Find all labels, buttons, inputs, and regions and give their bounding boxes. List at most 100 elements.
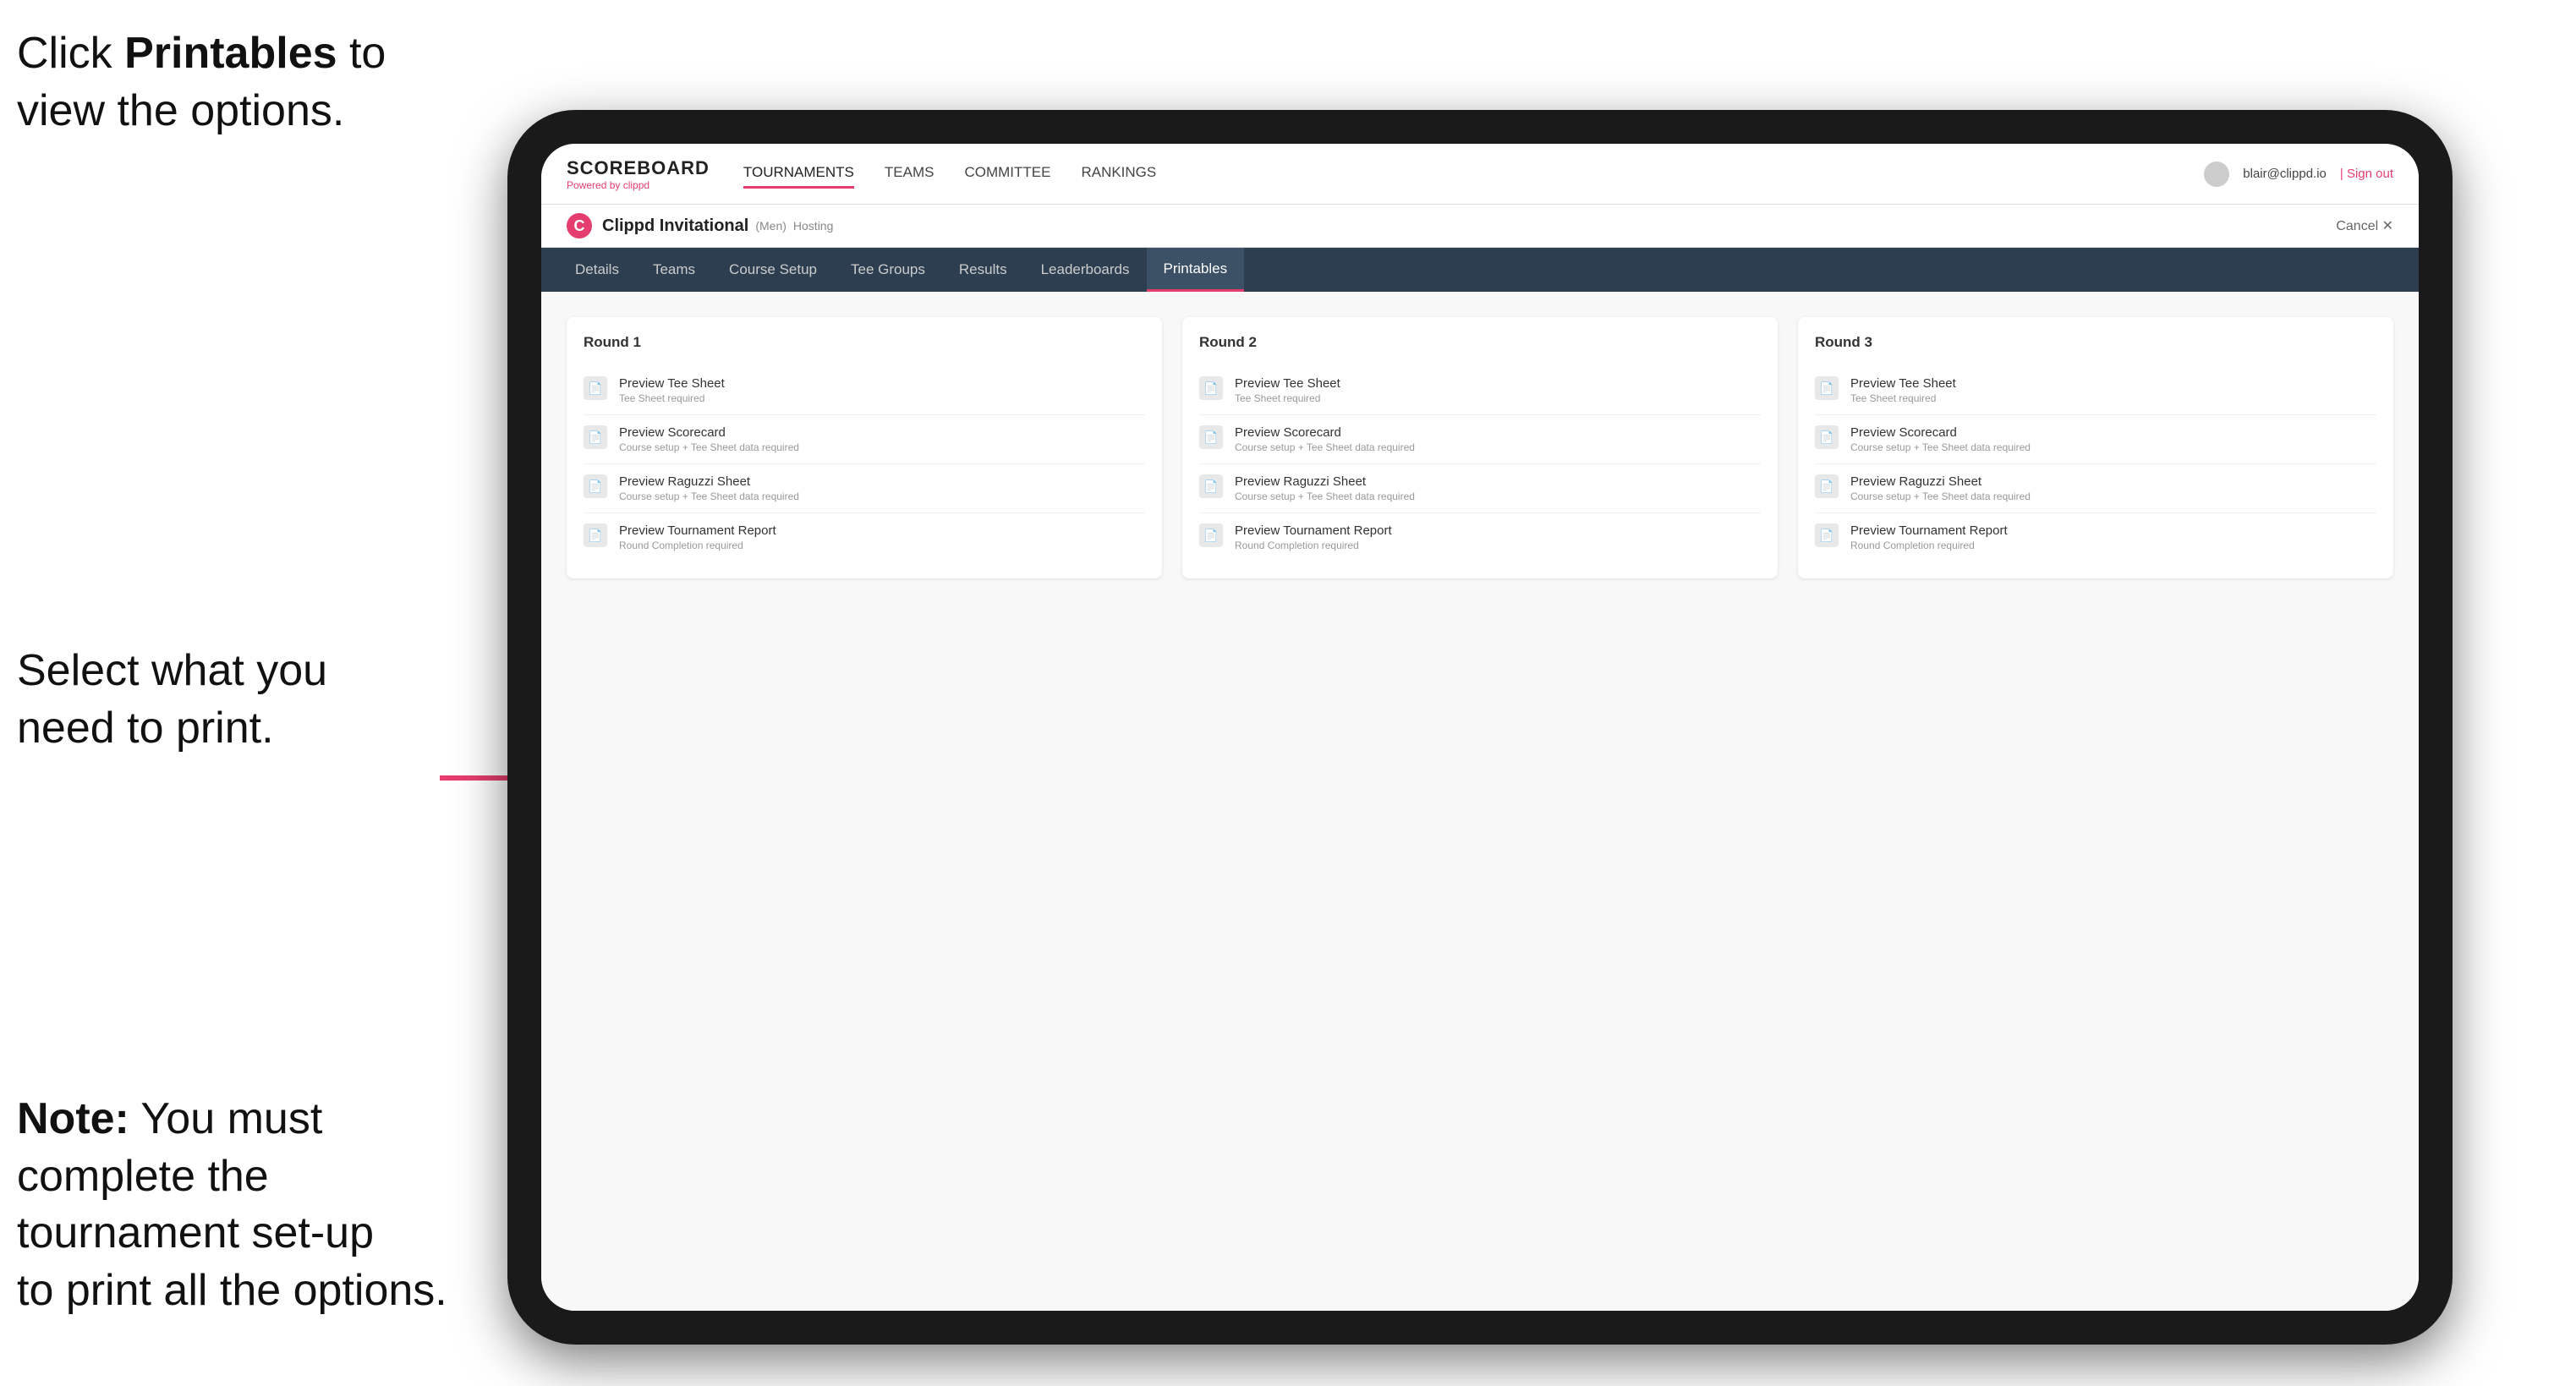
r1-raguzzi-req: Course setup + Tee Sheet data required bbox=[619, 490, 799, 502]
tab-bar: Details Teams Course Setup Tee Groups Re… bbox=[541, 248, 2419, 292]
r2-tee-sheet-icon: 📄 bbox=[1199, 376, 1223, 400]
top-nav-links: TOURNAMENTS TEAMS COMMITTEE RANKINGS bbox=[743, 159, 2204, 189]
r3-tee-sheet-text: Preview Tee Sheet Tee Sheet required bbox=[1850, 376, 1956, 404]
r3-tournament-report-icon: 📄 bbox=[1815, 523, 1839, 547]
r2-raguzzi-name: Preview Raguzzi Sheet bbox=[1235, 474, 1415, 489]
r2-tee-sheet-text: Preview Tee Sheet Tee Sheet required bbox=[1235, 376, 1340, 404]
r1-tournament-report-name: Preview Tournament Report bbox=[619, 523, 776, 538]
r1-tournament-report-req: Round Completion required bbox=[619, 540, 776, 551]
sub-header-status: Hosting bbox=[793, 219, 833, 233]
r3-scorecard-req: Course setup + Tee Sheet data required bbox=[1850, 441, 2031, 453]
r2-raguzzi-icon: 📄 bbox=[1199, 474, 1223, 498]
r3-tee-sheet[interactable]: 📄 Preview Tee Sheet Tee Sheet required bbox=[1815, 366, 2376, 415]
r3-scorecard-name: Preview Scorecard bbox=[1850, 425, 2031, 440]
r3-tournament-report-text: Preview Tournament Report Round Completi… bbox=[1850, 523, 2008, 551]
cancel-button[interactable]: Cancel ✕ bbox=[2336, 217, 2393, 234]
r3-tournament-report-req: Round Completion required bbox=[1850, 540, 2008, 551]
r1-tee-sheet-req: Tee Sheet required bbox=[619, 392, 725, 404]
top-annotation: Click Printables toview the options. bbox=[17, 25, 423, 140]
r2-tee-sheet-name: Preview Tee Sheet bbox=[1235, 376, 1340, 391]
nav-committee[interactable]: COMMITTEE bbox=[964, 159, 1050, 189]
top-annotation-bold: Printables bbox=[124, 29, 337, 78]
r1-tee-sheet-name: Preview Tee Sheet bbox=[619, 376, 725, 391]
tablet-shell: SCOREBOARD Powered by clippd TOURNAMENTS… bbox=[507, 110, 2453, 1345]
tab-results[interactable]: Results bbox=[942, 248, 1024, 292]
bottom-annotation-bold: Note: bbox=[17, 1094, 129, 1143]
r2-tournament-report-icon: 📄 bbox=[1199, 523, 1223, 547]
r1-tee-sheet[interactable]: 📄 Preview Tee Sheet Tee Sheet required bbox=[584, 366, 1145, 415]
brand-sub: Powered by clippd bbox=[567, 179, 710, 191]
nav-rankings[interactable]: RANKINGS bbox=[1081, 159, 1156, 189]
r3-tournament-report[interactable]: 📄 Preview Tournament Report Round Comple… bbox=[1815, 513, 2376, 562]
tab-leaderboards[interactable]: Leaderboards bbox=[1024, 248, 1147, 292]
r1-scorecard[interactable]: 📄 Preview Scorecard Course setup + Tee S… bbox=[584, 415, 1145, 464]
brand-title: SCOREBOARD bbox=[567, 157, 710, 179]
r1-scorecard-text: Preview Scorecard Course setup + Tee She… bbox=[619, 425, 799, 453]
r3-tee-sheet-icon: 📄 bbox=[1815, 376, 1839, 400]
r3-raguzzi[interactable]: 📄 Preview Raguzzi Sheet Course setup + T… bbox=[1815, 464, 2376, 513]
r3-raguzzi-name: Preview Raguzzi Sheet bbox=[1850, 474, 2031, 489]
r2-raguzzi-req: Course setup + Tee Sheet data required bbox=[1235, 490, 1415, 502]
round-3-column: Round 3 📄 Preview Tee Sheet Tee Sheet re… bbox=[1798, 317, 2393, 578]
r2-tournament-report-name: Preview Tournament Report bbox=[1235, 523, 1392, 538]
r2-raguzzi[interactable]: 📄 Preview Raguzzi Sheet Course setup + T… bbox=[1199, 464, 1761, 513]
tab-details[interactable]: Details bbox=[558, 248, 636, 292]
sub-header-logo: C bbox=[567, 213, 592, 238]
nav-teams[interactable]: TEAMS bbox=[885, 159, 934, 189]
r2-tee-sheet[interactable]: 📄 Preview Tee Sheet Tee Sheet required bbox=[1199, 366, 1761, 415]
r1-tee-sheet-icon: 📄 bbox=[584, 376, 607, 400]
sub-header-title: Clippd Invitational bbox=[602, 216, 748, 236]
sign-out-link[interactable]: | Sign out bbox=[2340, 167, 2393, 181]
nav-tournaments[interactable]: TOURNAMENTS bbox=[743, 159, 854, 189]
r2-scorecard[interactable]: 📄 Preview Scorecard Course setup + Tee S… bbox=[1199, 415, 1761, 464]
r1-raguzzi-text: Preview Raguzzi Sheet Course setup + Tee… bbox=[619, 474, 799, 502]
r2-scorecard-name: Preview Scorecard bbox=[1235, 425, 1415, 440]
round-1-title: Round 1 bbox=[584, 334, 1145, 351]
mid-annotation: Select what youneed to print. bbox=[17, 643, 457, 757]
r1-tournament-report[interactable]: 📄 Preview Tournament Report Round Comple… bbox=[584, 513, 1145, 562]
r2-scorecard-req: Course setup + Tee Sheet data required bbox=[1235, 441, 1415, 453]
round-2-title: Round 2 bbox=[1199, 334, 1761, 351]
r3-raguzzi-text: Preview Raguzzi Sheet Course setup + Tee… bbox=[1850, 474, 2031, 502]
sub-header-badge: (Men) bbox=[755, 219, 787, 233]
r2-tournament-report-text: Preview Tournament Report Round Completi… bbox=[1235, 523, 1392, 551]
user-email: blair@clippd.io bbox=[2243, 167, 2327, 181]
tab-tee-groups[interactable]: Tee Groups bbox=[834, 248, 942, 292]
r2-tournament-report-req: Round Completion required bbox=[1235, 540, 1392, 551]
r1-tournament-report-text: Preview Tournament Report Round Completi… bbox=[619, 523, 776, 551]
r1-tournament-report-icon: 📄 bbox=[584, 523, 607, 547]
r3-tee-sheet-req: Tee Sheet required bbox=[1850, 392, 1956, 404]
r2-raguzzi-text: Preview Raguzzi Sheet Course setup + Tee… bbox=[1235, 474, 1415, 502]
r1-raguzzi[interactable]: 📄 Preview Raguzzi Sheet Course setup + T… bbox=[584, 464, 1145, 513]
tab-course-setup[interactable]: Course Setup bbox=[712, 248, 834, 292]
r1-scorecard-icon: 📄 bbox=[584, 425, 607, 449]
round-3-title: Round 3 bbox=[1815, 334, 2376, 351]
r3-scorecard-icon: 📄 bbox=[1815, 425, 1839, 449]
r2-tournament-report[interactable]: 📄 Preview Tournament Report Round Comple… bbox=[1199, 513, 1761, 562]
r1-raguzzi-name: Preview Raguzzi Sheet bbox=[619, 474, 799, 489]
brand: SCOREBOARD Powered by clippd bbox=[567, 157, 710, 191]
tablet-screen: SCOREBOARD Powered by clippd TOURNAMENTS… bbox=[541, 144, 2419, 1311]
tab-teams[interactable]: Teams bbox=[636, 248, 712, 292]
app-container: SCOREBOARD Powered by clippd TOURNAMENTS… bbox=[541, 144, 2419, 1311]
r3-raguzzi-req: Course setup + Tee Sheet data required bbox=[1850, 490, 2031, 502]
top-nav: SCOREBOARD Powered by clippd TOURNAMENTS… bbox=[541, 144, 2419, 205]
r2-scorecard-text: Preview Scorecard Course setup + Tee She… bbox=[1235, 425, 1415, 453]
round-1-column: Round 1 📄 Preview Tee Sheet Tee Sheet re… bbox=[567, 317, 1162, 578]
r3-scorecard-text: Preview Scorecard Course setup + Tee She… bbox=[1850, 425, 2031, 453]
r1-scorecard-name: Preview Scorecard bbox=[619, 425, 799, 440]
sub-header: C Clippd Invitational (Men) Hosting Canc… bbox=[541, 205, 2419, 248]
main-content: Round 1 📄 Preview Tee Sheet Tee Sheet re… bbox=[541, 292, 2419, 1311]
top-annotation-text1: Click bbox=[17, 29, 124, 78]
mid-annotation-text: Select what youneed to print. bbox=[17, 646, 327, 753]
top-nav-right: blair@clippd.io | Sign out bbox=[2204, 162, 2393, 187]
tab-printables[interactable]: Printables bbox=[1147, 248, 1245, 292]
rounds-grid: Round 1 📄 Preview Tee Sheet Tee Sheet re… bbox=[567, 317, 2393, 578]
r3-scorecard[interactable]: 📄 Preview Scorecard Course setup + Tee S… bbox=[1815, 415, 2376, 464]
r1-tee-sheet-text: Preview Tee Sheet Tee Sheet required bbox=[619, 376, 725, 404]
r2-scorecard-icon: 📄 bbox=[1199, 425, 1223, 449]
r1-scorecard-req: Course setup + Tee Sheet data required bbox=[619, 441, 799, 453]
r3-raguzzi-icon: 📄 bbox=[1815, 474, 1839, 498]
round-2-column: Round 2 📄 Preview Tee Sheet Tee Sheet re… bbox=[1182, 317, 1778, 578]
user-avatar bbox=[2204, 162, 2229, 187]
